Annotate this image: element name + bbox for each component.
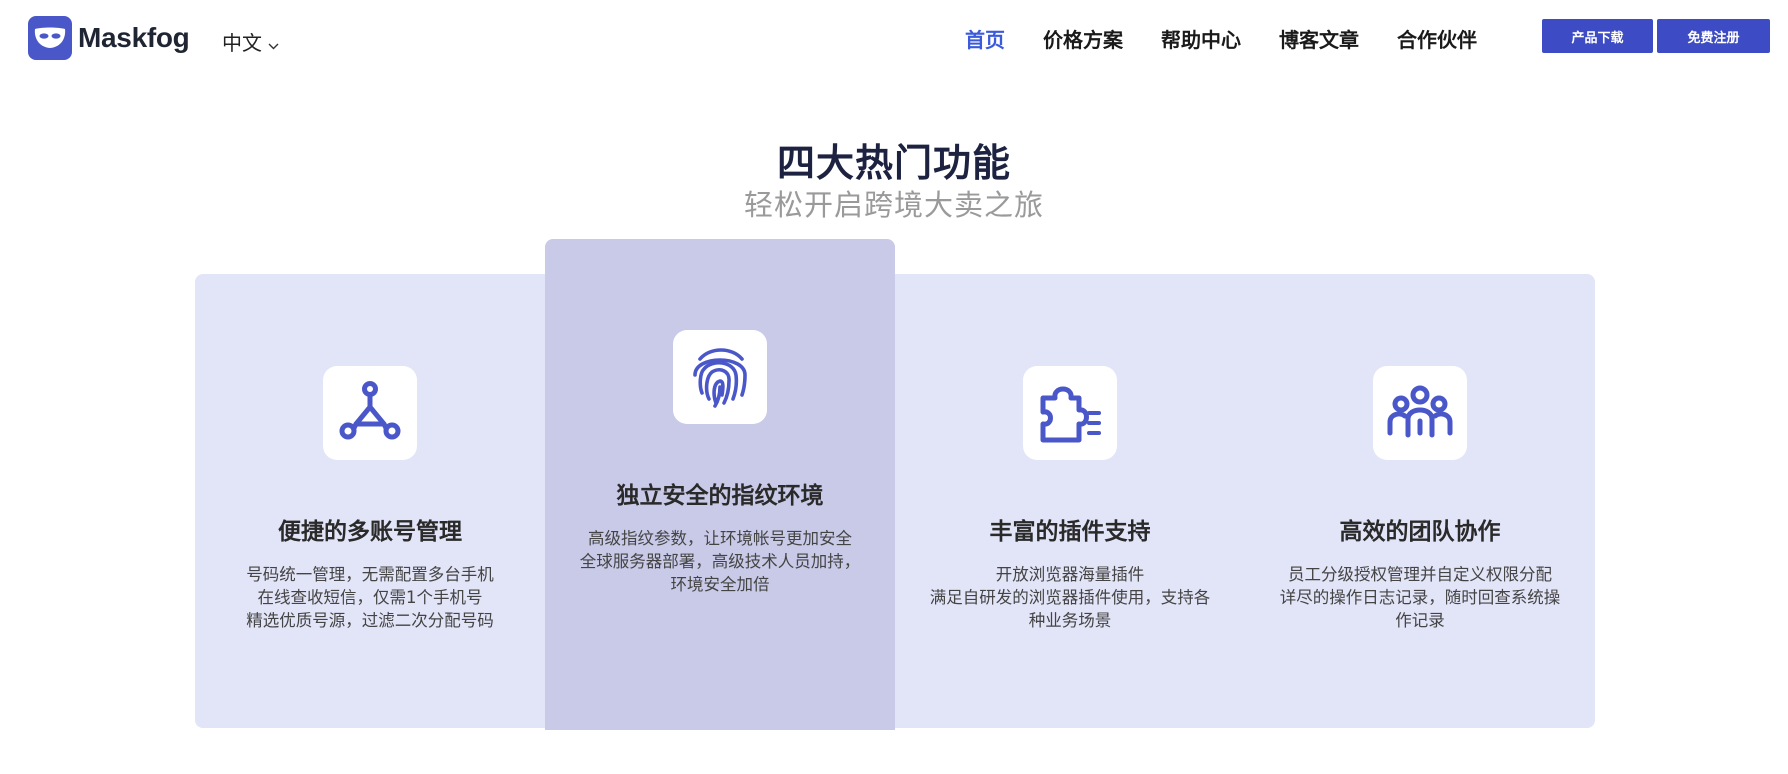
mask-logo-icon — [28, 16, 72, 60]
description-line: 满足自研发的浏览器插件使用，支持各 — [929, 588, 1211, 607]
feature-description: 员工分级授权管理并自定义权限分配 详尽的操作日志记录，随时回查系统操 作记录 — [1245, 563, 1595, 632]
feature-description: 号码统一管理，无需配置多台手机 在线查收短信，仅需1个手机号 精选优质号源，过滤… — [195, 563, 545, 632]
description-line: 种业务场景 — [1028, 611, 1112, 630]
feature-card-team[interactable]: 高效的团队协作 员工分级授权管理并自定义权限分配 详尽的操作日志记录，随时回查系… — [1245, 366, 1595, 632]
brand-name: Maskfog — [78, 22, 190, 53]
description-line: 高级指纹参数，让环境帐号更加安全 — [588, 529, 852, 548]
description-line: 号码统一管理，无需配置多台手机 — [246, 565, 494, 584]
feature-title: 独立安全的指纹环境 — [616, 483, 824, 509]
description-line: 环境安全加倍 — [670, 575, 770, 594]
feature-card-accounts[interactable]: 便捷的多账号管理 号码统一管理，无需配置多台手机 在线查收短信，仅需1个手机号 … — [195, 366, 545, 632]
feature-description: 开放浏览器海量插件 满足自研发的浏览器插件使用，支持各 种业务场景 — [895, 563, 1245, 632]
team-users-icon — [1373, 366, 1467, 460]
logo[interactable]: Maskfog — [28, 16, 190, 60]
chevron-down-icon — [268, 31, 279, 55]
description-line: 全球服务器部署，高级技术人员加持， — [579, 552, 861, 571]
fingerprint-icon — [673, 330, 767, 424]
description-line: 开放浏览器海量插件 — [995, 565, 1145, 584]
nav-help-center[interactable]: 帮助中心 — [1161, 24, 1241, 53]
feature-title: 高效的团队协作 — [1339, 519, 1501, 545]
main-nav: 首页 价格方案 帮助中心 博客文章 合作伙伴 — [965, 24, 1515, 53]
language-label: 中文 — [222, 31, 262, 55]
description-line: 员工分级授权管理并自定义权限分配 — [1288, 565, 1552, 584]
description-line: 作记录 — [1395, 611, 1445, 630]
network-nodes-icon — [323, 366, 417, 460]
section-subtitle: 轻松开启跨境大卖之旅 — [743, 188, 1044, 222]
feature-title: 丰富的插件支持 — [989, 519, 1151, 545]
puzzle-plugin-icon — [1023, 366, 1117, 460]
register-button[interactable]: 免费注册 — [1657, 19, 1770, 53]
feature-card-plugins[interactable]: 丰富的插件支持 开放浏览器海量插件 满足自研发的浏览器插件使用，支持各 种业务场… — [895, 366, 1245, 632]
language-selector[interactable]: 中文 — [222, 27, 279, 56]
download-button[interactable]: 产品下载 — [1542, 19, 1653, 53]
nav-blog[interactable]: 博客文章 — [1279, 24, 1359, 53]
nav-partners[interactable]: 合作伙伴 — [1397, 24, 1477, 53]
description-line: 详尽的操作日志记录，随时回查系统操 — [1279, 588, 1561, 607]
description-line: 精选优质号源，过滤二次分配号码 — [246, 611, 494, 630]
feature-title: 便捷的多账号管理 — [278, 519, 462, 545]
feature-description: 高级指纹参数，让环境帐号更加安全 全球服务器部署，高级技术人员加持， 环境安全加… — [545, 527, 895, 596]
site-header: Maskfog 中文 首页 价格方案 帮助中心 博客文章 合作伙伴 产品下载 免… — [0, 0, 1788, 80]
description-line: 在线查收短信，仅需1个手机号 — [257, 588, 483, 607]
section-title: 四大热门功能 — [776, 141, 1011, 185]
feature-card-fingerprint[interactable]: 独立安全的指纹环境 高级指纹参数，让环境帐号更加安全 全球服务器部署，高级技术人… — [545, 239, 895, 730]
nav-home[interactable]: 首页 — [965, 24, 1005, 53]
nav-pricing[interactable]: 价格方案 — [1043, 24, 1123, 53]
